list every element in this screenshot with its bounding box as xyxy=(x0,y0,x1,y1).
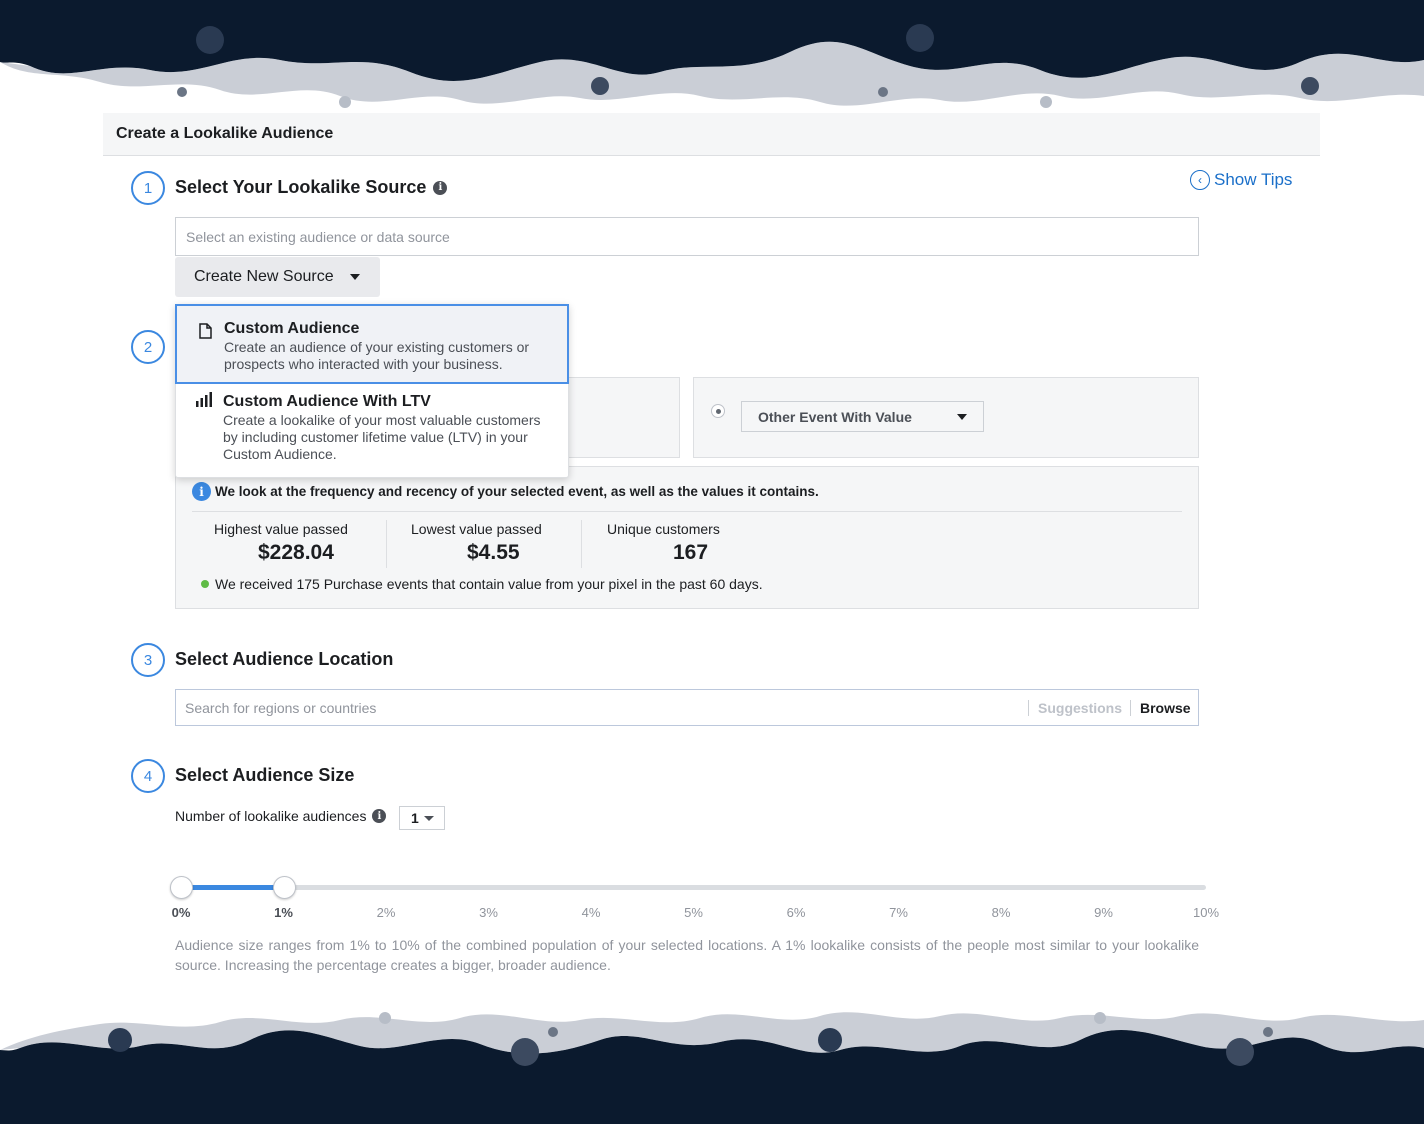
source-section-title: Select Your Lookalike Source i xyxy=(175,177,448,198)
stat-highest-value: Highest value passed $228.04 xyxy=(214,521,384,565)
caret-down-icon xyxy=(957,413,967,420)
slider-tick-label: 3% xyxy=(479,905,498,920)
create-new-source-label: Create New Source xyxy=(194,268,334,285)
radio-dot xyxy=(715,408,721,414)
audience-size-slider-fill xyxy=(181,885,284,890)
location-input-placeholder: Search for regions or countries xyxy=(185,700,377,716)
document-icon xyxy=(199,323,212,339)
show-tips-label: Show Tips xyxy=(1214,170,1293,189)
slider-tick-label: 4% xyxy=(581,905,601,920)
step-number-4: 4 xyxy=(131,759,165,793)
suggestions-button[interactable]: Suggestions xyxy=(1038,700,1122,716)
divider xyxy=(1028,700,1029,716)
event-radio-button[interactable] xyxy=(711,404,725,418)
stat-label: Unique customers xyxy=(607,521,720,537)
event-select-value: Other Event With Value xyxy=(758,408,912,425)
divider xyxy=(581,520,582,568)
menu-item-description: Create an audience of your existing cust… xyxy=(224,339,530,372)
create-new-source-button[interactable]: Create New Source xyxy=(175,257,380,297)
divider xyxy=(1130,700,1131,716)
menu-item-title: Custom Audience xyxy=(224,320,360,337)
caret-down-icon xyxy=(424,815,434,821)
decorative-grunge-border-top xyxy=(0,0,1424,116)
location-search-input[interactable]: Search for regions or countries Suggesti… xyxy=(175,689,1199,726)
source-title-text: Select Your Lookalike Source xyxy=(175,177,427,197)
slider-handle-start[interactable] xyxy=(170,876,193,899)
slider-handle-end[interactable] xyxy=(272,876,296,899)
stat-label: Highest value passed xyxy=(214,521,348,537)
source-input[interactable]: Select an existing audience or data sour… xyxy=(175,217,1199,256)
stat-value: $228.04 xyxy=(258,541,334,564)
stat-lowest-value: Lowest value passed $4.55 xyxy=(411,521,581,565)
menu-item-title: Custom Audience With LTV xyxy=(223,393,431,410)
menu-item-custom-audience[interactable]: Custom Audience Create an audience of yo… xyxy=(175,304,569,384)
size-title-text: Select Audience Size xyxy=(175,765,355,785)
status-dot-icon xyxy=(201,580,209,588)
number-of-audiences-value: 1 xyxy=(411,810,419,826)
info-icon[interactable]: i xyxy=(372,809,387,823)
decorative-grunge-border-bottom xyxy=(0,1000,1424,1124)
stat-value: $4.55 xyxy=(467,541,520,564)
menu-item-custom-audience-ltv[interactable]: Custom Audience With LTV Create a lookal… xyxy=(176,386,568,478)
info-icon[interactable]: i xyxy=(433,180,448,195)
slider-tick-label: 8% xyxy=(991,905,1011,920)
number-of-audiences-select[interactable]: 1 xyxy=(399,806,445,830)
stats-note-text: We look at the frequency and recency of … xyxy=(215,484,819,499)
audience-size-slider-track[interactable] xyxy=(181,885,1206,890)
location-section-title: Select Audience Location xyxy=(175,649,393,670)
show-tips-link[interactable]: ‹ Show Tips xyxy=(1190,170,1292,190)
panel-title: Create a Lookalike Audience xyxy=(116,125,334,142)
info-icon: i xyxy=(192,482,211,501)
panel-header: Create a Lookalike Audience xyxy=(103,113,1320,156)
slider-tick-label: 7% xyxy=(889,905,908,920)
divider xyxy=(386,520,387,568)
menu-item-description: Create a lookalike of your most valuable… xyxy=(223,412,541,462)
create-source-dropdown-menu: Custom Audience Create an audience of yo… xyxy=(175,304,569,478)
slider-tick-label: 9% xyxy=(1094,905,1113,920)
stat-label: Lowest value passed xyxy=(411,521,542,537)
step-number-3: 3 xyxy=(131,643,165,677)
step-number-2: 2 xyxy=(131,330,165,364)
events-received-text: We received 175 Purchase events that con… xyxy=(215,576,763,592)
event-select-dropdown[interactable]: Other Event With Value xyxy=(741,401,984,432)
source-input-placeholder: Select an existing audience or data sour… xyxy=(186,228,450,245)
slider-tick-label: 10% xyxy=(1192,905,1220,920)
location-title-text: Select Audience Location xyxy=(175,649,394,669)
step-number-1: 1 xyxy=(131,171,165,205)
divider xyxy=(192,511,1182,512)
number-of-audiences-label: Number of lookalike audiences i xyxy=(175,808,387,824)
stat-value: 167 xyxy=(673,541,709,564)
chevron-left-circle-icon: ‹ xyxy=(1190,170,1210,190)
bar-chart-icon xyxy=(196,392,212,407)
slider-tick-label: 6% xyxy=(786,905,806,920)
events-received-status: We received 175 Purchase events that con… xyxy=(201,576,763,592)
number-of-audiences-text: Number of lookalike audiences xyxy=(175,808,367,824)
slider-tick-label: 0% xyxy=(171,905,191,920)
stat-unique-customers: Unique customers 167 xyxy=(607,521,777,565)
slider-tick-label: 2% xyxy=(376,905,396,920)
size-section-title: Select Audience Size xyxy=(175,765,354,786)
stats-info-note: i We look at the frequency and recency o… xyxy=(192,482,819,501)
slider-tick-label: 5% xyxy=(684,905,703,920)
caret-down-icon xyxy=(349,274,360,280)
slider-tick-label: 1% xyxy=(274,905,293,920)
audience-size-description: Audience size ranges from 1% to 10% of t… xyxy=(175,937,1199,973)
browse-button[interactable]: Browse xyxy=(1140,700,1191,716)
